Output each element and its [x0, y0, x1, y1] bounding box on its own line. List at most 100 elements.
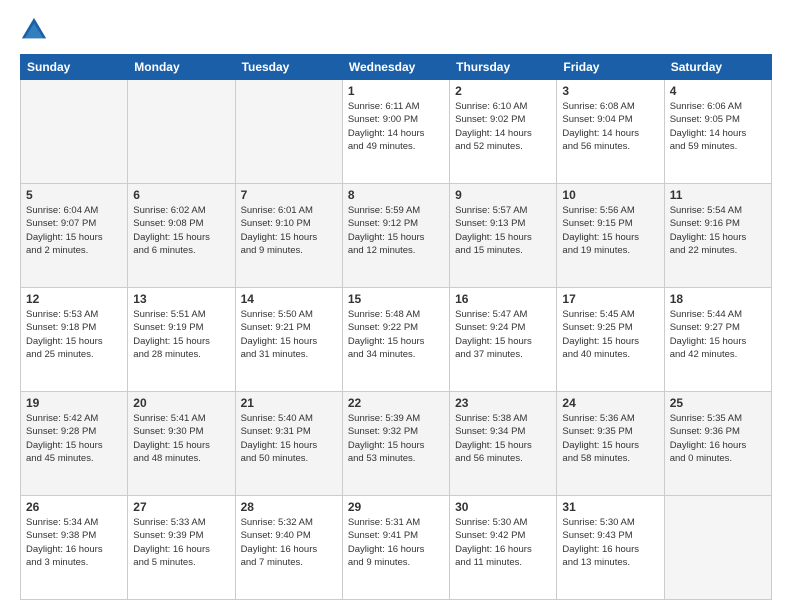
- day-number: 3: [562, 84, 658, 98]
- day-info: Sunrise: 5:45 AM Sunset: 9:25 PM Dayligh…: [562, 308, 658, 361]
- calendar-cell: 23 Sunrise: 5:38 AM Sunset: 9:34 PM Dayli…: [450, 392, 557, 496]
- calendar-week-row: 26 Sunrise: 5:34 AM Sunset: 9:38 PM Dayli…: [21, 496, 772, 600]
- day-number: 9: [455, 188, 551, 202]
- calendar-cell: 21 Sunrise: 5:40 AM Sunset: 9:31 PM Dayli…: [235, 392, 342, 496]
- weekday-header-wednesday: Wednesday: [342, 55, 449, 80]
- day-info: Sunrise: 6:06 AM Sunset: 9:05 PM Dayligh…: [670, 100, 766, 153]
- calendar-cell: 17 Sunrise: 5:45 AM Sunset: 9:25 PM Dayli…: [557, 288, 664, 392]
- calendar-cell: 11Sunrise: 5:54 AM Sunset: 9:16 PM Dayli…: [664, 184, 771, 288]
- calendar-cell: 2 Sunrise: 6:10 AM Sunset: 9:02 PM Daylig…: [450, 80, 557, 184]
- day-number: 26: [26, 500, 122, 514]
- day-info: Sunrise: 5:40 AM Sunset: 9:31 PM Dayligh…: [241, 412, 337, 465]
- calendar-cell: 22Sunrise: 5:39 AM Sunset: 9:32 PM Dayli…: [342, 392, 449, 496]
- day-number: 21: [241, 396, 337, 410]
- calendar-cell: 8 Sunrise: 5:59 AM Sunset: 9:12 PM Daylig…: [342, 184, 449, 288]
- day-info: Sunrise: 5:57 AM Sunset: 9:13 PM Dayligh…: [455, 204, 551, 257]
- day-number: 1: [348, 84, 444, 98]
- calendar-cell: 20Sunrise: 5:41 AM Sunset: 9:30 PM Dayli…: [128, 392, 235, 496]
- day-number: 14: [241, 292, 337, 306]
- calendar-week-row: 5Sunrise: 6:04 AM Sunset: 9:07 PM Daylig…: [21, 184, 772, 288]
- weekday-header-friday: Friday: [557, 55, 664, 80]
- calendar-cell: 26 Sunrise: 5:34 AM Sunset: 9:38 PM Dayli…: [21, 496, 128, 600]
- weekday-header-tuesday: Tuesday: [235, 55, 342, 80]
- calendar-cell: 13Sunrise: 5:51 AM Sunset: 9:19 PM Dayli…: [128, 288, 235, 392]
- day-number: 29: [348, 500, 444, 514]
- day-number: 16: [455, 292, 551, 306]
- calendar-cell: 31Sunrise: 5:30 AM Sunset: 9:43 PM Dayli…: [557, 496, 664, 600]
- calendar-cell: 30 Sunrise: 5:30 AM Sunset: 9:42 PM Dayli…: [450, 496, 557, 600]
- day-number: 22: [348, 396, 444, 410]
- weekday-header-monday: Monday: [128, 55, 235, 80]
- day-info: Sunrise: 5:41 AM Sunset: 9:30 PM Dayligh…: [133, 412, 229, 465]
- calendar-cell: 27 Sunrise: 5:33 AM Sunset: 9:39 PM Dayli…: [128, 496, 235, 600]
- calendar-cell: [664, 496, 771, 600]
- calendar-cell: 3 Sunrise: 6:08 AM Sunset: 9:04 PM Daylig…: [557, 80, 664, 184]
- day-info: Sunrise: 5:35 AM Sunset: 9:36 PM Dayligh…: [670, 412, 766, 465]
- calendar-cell: [235, 80, 342, 184]
- calendar-cell: 15Sunrise: 5:48 AM Sunset: 9:22 PM Dayli…: [342, 288, 449, 392]
- calendar-cell: 7 Sunrise: 6:01 AM Sunset: 9:10 PM Daylig…: [235, 184, 342, 288]
- calendar-table: SundayMondayTuesdayWednesdayThursdayFrid…: [20, 54, 772, 600]
- day-number: 25: [670, 396, 766, 410]
- calendar-cell: 4 Sunrise: 6:06 AM Sunset: 9:05 PM Daylig…: [664, 80, 771, 184]
- day-number: 30: [455, 500, 551, 514]
- day-info: Sunrise: 5:36 AM Sunset: 9:35 PM Dayligh…: [562, 412, 658, 465]
- day-number: 24: [562, 396, 658, 410]
- day-number: 10: [562, 188, 658, 202]
- logo: [20, 16, 50, 44]
- day-info: Sunrise: 5:32 AM Sunset: 9:40 PM Dayligh…: [241, 516, 337, 569]
- calendar-cell: 9 Sunrise: 5:57 AM Sunset: 9:13 PM Daylig…: [450, 184, 557, 288]
- day-info: Sunrise: 6:04 AM Sunset: 9:07 PM Dayligh…: [26, 204, 122, 257]
- calendar-cell: 28Sunrise: 5:32 AM Sunset: 9:40 PM Dayli…: [235, 496, 342, 600]
- calendar-cell: [128, 80, 235, 184]
- calendar-cell: 24 Sunrise: 5:36 AM Sunset: 9:35 PM Dayli…: [557, 392, 664, 496]
- day-number: 4: [670, 84, 766, 98]
- logo-icon: [20, 16, 48, 44]
- day-info: Sunrise: 6:11 AM Sunset: 9:00 PM Dayligh…: [348, 100, 444, 153]
- calendar-cell: 14Sunrise: 5:50 AM Sunset: 9:21 PM Dayli…: [235, 288, 342, 392]
- day-number: 2: [455, 84, 551, 98]
- day-number: 7: [241, 188, 337, 202]
- day-number: 6: [133, 188, 229, 202]
- header: [20, 16, 772, 44]
- day-number: 18: [670, 292, 766, 306]
- weekday-header-sunday: Sunday: [21, 55, 128, 80]
- day-info: Sunrise: 5:44 AM Sunset: 9:27 PM Dayligh…: [670, 308, 766, 361]
- calendar-week-row: 12Sunrise: 5:53 AM Sunset: 9:18 PM Dayli…: [21, 288, 772, 392]
- calendar-cell: 5Sunrise: 6:04 AM Sunset: 9:07 PM Daylig…: [21, 184, 128, 288]
- weekday-header-thursday: Thursday: [450, 55, 557, 80]
- calendar-cell: 18 Sunrise: 5:44 AM Sunset: 9:27 PM Dayli…: [664, 288, 771, 392]
- day-info: Sunrise: 5:42 AM Sunset: 9:28 PM Dayligh…: [26, 412, 122, 465]
- day-info: Sunrise: 6:08 AM Sunset: 9:04 PM Dayligh…: [562, 100, 658, 153]
- day-number: 8: [348, 188, 444, 202]
- day-info: Sunrise: 6:02 AM Sunset: 9:08 PM Dayligh…: [133, 204, 229, 257]
- calendar-cell: 10Sunrise: 5:56 AM Sunset: 9:15 PM Dayli…: [557, 184, 664, 288]
- page: SundayMondayTuesdayWednesdayThursdayFrid…: [0, 0, 792, 612]
- calendar-week-row: 1 Sunrise: 6:11 AM Sunset: 9:00 PM Daylig…: [21, 80, 772, 184]
- day-number: 12: [26, 292, 122, 306]
- day-info: Sunrise: 5:33 AM Sunset: 9:39 PM Dayligh…: [133, 516, 229, 569]
- calendar-week-row: 19 Sunrise: 5:42 AM Sunset: 9:28 PM Dayli…: [21, 392, 772, 496]
- day-info: Sunrise: 5:31 AM Sunset: 9:41 PM Dayligh…: [348, 516, 444, 569]
- day-info: Sunrise: 5:30 AM Sunset: 9:42 PM Dayligh…: [455, 516, 551, 569]
- calendar-cell: [21, 80, 128, 184]
- calendar-cell: 19 Sunrise: 5:42 AM Sunset: 9:28 PM Dayli…: [21, 392, 128, 496]
- day-info: Sunrise: 5:47 AM Sunset: 9:24 PM Dayligh…: [455, 308, 551, 361]
- day-number: 27: [133, 500, 229, 514]
- calendar-cell: 6 Sunrise: 6:02 AM Sunset: 9:08 PM Daylig…: [128, 184, 235, 288]
- day-info: Sunrise: 6:10 AM Sunset: 9:02 PM Dayligh…: [455, 100, 551, 153]
- day-info: Sunrise: 5:48 AM Sunset: 9:22 PM Dayligh…: [348, 308, 444, 361]
- day-number: 11: [670, 188, 766, 202]
- day-number: 19: [26, 396, 122, 410]
- day-info: Sunrise: 5:38 AM Sunset: 9:34 PM Dayligh…: [455, 412, 551, 465]
- day-number: 13: [133, 292, 229, 306]
- day-number: 23: [455, 396, 551, 410]
- calendar-cell: 12Sunrise: 5:53 AM Sunset: 9:18 PM Dayli…: [21, 288, 128, 392]
- day-info: Sunrise: 5:59 AM Sunset: 9:12 PM Dayligh…: [348, 204, 444, 257]
- day-info: Sunrise: 5:30 AM Sunset: 9:43 PM Dayligh…: [562, 516, 658, 569]
- day-info: Sunrise: 6:01 AM Sunset: 9:10 PM Dayligh…: [241, 204, 337, 257]
- day-info: Sunrise: 5:34 AM Sunset: 9:38 PM Dayligh…: [26, 516, 122, 569]
- day-number: 17: [562, 292, 658, 306]
- calendar-cell: 1 Sunrise: 6:11 AM Sunset: 9:00 PM Daylig…: [342, 80, 449, 184]
- weekday-header-saturday: Saturday: [664, 55, 771, 80]
